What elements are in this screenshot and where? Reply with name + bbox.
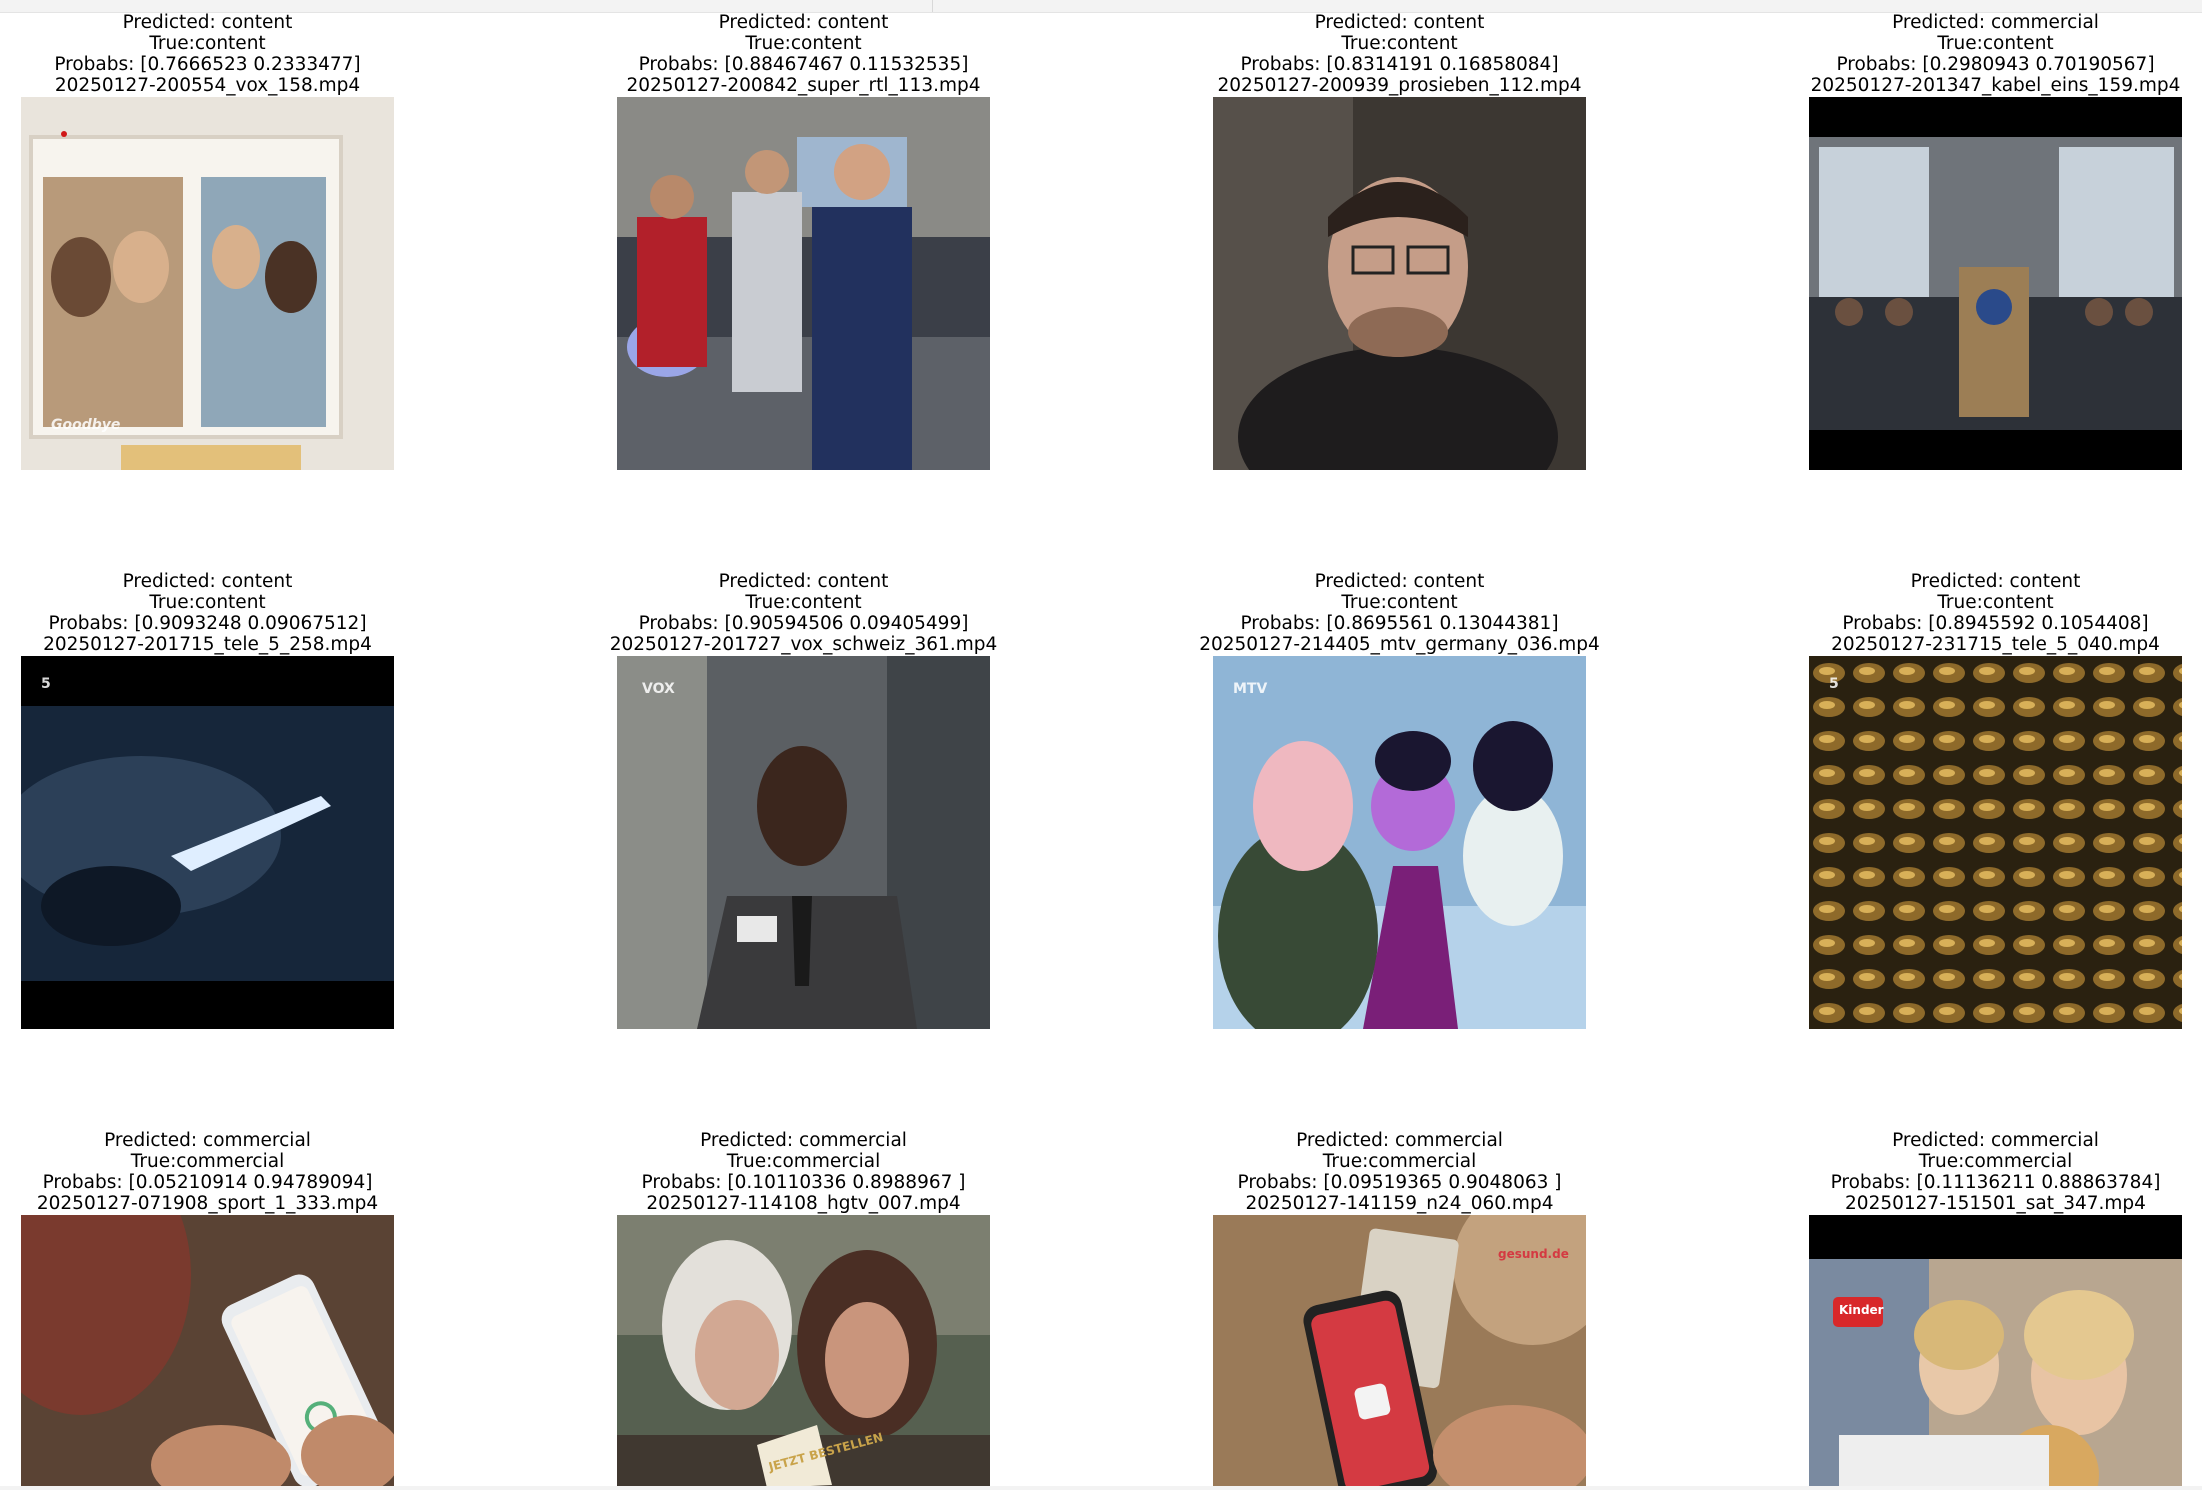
true-label: True:content <box>149 592 266 613</box>
filename-label: 20250127-231715_tele_5_040.mp4 <box>1831 634 2160 655</box>
grid-cell: Predicted: content True:content Probabs:… <box>617 12 990 470</box>
frame-thumbnail <box>1809 97 2182 470</box>
probabilities-label: Probabs: [0.8945592 0.1054408] <box>1842 613 2149 634</box>
probabilities-label: Probabs: [0.05210914 0.94789094] <box>42 1172 373 1193</box>
cell-caption: Predicted: content True:content Probabs:… <box>504 571 1104 655</box>
grid-cell: Predicted: commercial True:commercial Pr… <box>617 1130 990 1488</box>
filename-label: 20250127-214405_mtv_germany_036.mp4 <box>1199 634 1600 655</box>
frame-thumbnail: 5 <box>21 656 394 1029</box>
filename-label: 20250127-200554_vox_158.mp4 <box>54 75 361 96</box>
cell-caption: Predicted: content True:content Probabs:… <box>1100 12 1700 96</box>
filename-label: 20250127-114108_hgtv_007.mp4 <box>646 1193 961 1214</box>
bottom-edge <box>0 1486 2202 1490</box>
cell-caption: Predicted: commercial True:commercial Pr… <box>1696 1130 2202 1214</box>
predicted-label: Predicted: content <box>1910 571 2081 592</box>
true-label: True:commercial <box>1322 1151 1477 1172</box>
frame-thumbnail <box>1213 97 1586 470</box>
predicted-label: Predicted: commercial <box>104 1130 311 1151</box>
filename-label: 20250127-201347_kabel_eins_159.mp4 <box>1810 75 2181 96</box>
filename-label: 20250127-200939_prosieben_112.mp4 <box>1217 75 1582 96</box>
true-label: True:commercial <box>1918 1151 2073 1172</box>
predicted-label: Predicted: content <box>1314 571 1485 592</box>
grid-cell: Predicted: content True:content Probabs:… <box>1213 12 1586 470</box>
true-label: True:content <box>1937 33 2054 54</box>
cell-caption: Predicted: content True:content Probabs:… <box>0 12 508 96</box>
true-label: True:content <box>149 33 266 54</box>
goodbye-watermark: Goodbye <box>51 417 121 433</box>
gesund-logo-watermark: gesund.de <box>1498 1247 1569 1261</box>
probabilities-label: Probabs: [0.09519365 0.9048063 ] <box>1237 1172 1562 1193</box>
cell-caption: Predicted: commercial True:commercial Pr… <box>504 1130 1104 1214</box>
frame-thumbnail: MTV <box>1213 656 1586 1029</box>
probabilities-label: Probabs: [0.2980943 0.70190567] <box>1836 54 2155 75</box>
predicted-label: Predicted: content <box>122 12 293 33</box>
frame-thumbnail: gesund.de <box>1213 1215 1586 1488</box>
cell-caption: Predicted: content True:content Probabs:… <box>504 12 1104 96</box>
probabilities-label: Probabs: [0.8695561 0.13044381] <box>1240 613 1559 634</box>
cell-caption: Predicted: commercial True:commercial Pr… <box>1100 1130 1700 1214</box>
kinder-logo-watermark: Kinder <box>1839 1303 1884 1317</box>
probabilities-label: Probabs: [0.90594506 0.09405499] <box>638 613 969 634</box>
grid-cell: Predicted: content True:content Probabs:… <box>1809 571 2182 1029</box>
grid-cell: Predicted: content True:content Probabs:… <box>610 571 997 1029</box>
mtv-logo-watermark: MTV <box>1233 681 1268 697</box>
true-label: True:content <box>745 592 862 613</box>
grid-cell: Predicted: commercial True:commercial Pr… <box>21 1130 394 1488</box>
predicted-label: Predicted: content <box>1314 12 1485 33</box>
true-label: True:content <box>745 33 862 54</box>
probabilities-label: Probabs: [0.9093248 0.09067512] <box>48 613 367 634</box>
predicted-label: Predicted: content <box>122 571 293 592</box>
filename-label: 20250127-201715_tele_5_258.mp4 <box>43 634 372 655</box>
predicted-label: Predicted: commercial <box>700 1130 907 1151</box>
true-label: True:commercial <box>726 1151 881 1172</box>
frame-thumbnail: VOX <box>617 656 990 1029</box>
probabilities-label: Probabs: [0.10110336 0.8988967 ] <box>641 1172 966 1193</box>
frame-thumbnail: 5 <box>1809 656 2182 1029</box>
cell-caption: Predicted: content True:content Probabs:… <box>1100 571 1700 655</box>
filename-label: 20250127-201727_vox_schweiz_361.mp4 <box>609 634 998 655</box>
filename-label: 20250127-141159_n24_060.mp4 <box>1245 1193 1554 1214</box>
grid-cell: Predicted: content True:content Probabs:… <box>1199 571 1600 1029</box>
probabilities-label: Probabs: [0.7666523 0.2333477] <box>54 54 361 75</box>
predicted-label: Predicted: commercial <box>1892 12 2099 33</box>
filename-label: 20250127-200842_super_rtl_113.mp4 <box>626 75 981 96</box>
probabilities-label: Probabs: [0.11136211 0.88863784] <box>1830 1172 2161 1193</box>
filename-label: 20250127-151501_sat_347.mp4 <box>1845 1193 2146 1214</box>
frame-thumbnail <box>21 1215 394 1488</box>
frame-thumbnail: Kinder <box>1809 1215 2182 1488</box>
frame-thumbnail <box>617 97 990 470</box>
tele5-logo-watermark: 5 <box>41 676 51 692</box>
probabilities-label: Probabs: [0.8314191 0.16858084] <box>1240 54 1559 75</box>
predicted-label: Predicted: commercial <box>1296 1130 1503 1151</box>
true-label: True:content <box>1341 33 1458 54</box>
grid-cell: Predicted: content True:content Probabs:… <box>21 12 394 470</box>
true-label: True:commercial <box>130 1151 285 1172</box>
predicted-label: Predicted: content <box>718 12 889 33</box>
frame-thumbnail: JETZT BESTELLEN <box>617 1215 990 1488</box>
grid-cell: Predicted: content True:content Probabs:… <box>21 571 394 1029</box>
filename-label: 20250127-071908_sport_1_333.mp4 <box>36 1193 379 1214</box>
grid-cell: Predicted: commercial True:content Proba… <box>1809 12 2182 470</box>
cell-caption: Predicted: content True:content Probabs:… <box>1696 571 2202 655</box>
true-label: True:content <box>1341 592 1458 613</box>
frame-thumbnail: Goodbye <box>21 97 394 470</box>
tele5-logo-watermark: 5 <box>1829 676 1839 692</box>
predicted-label: Predicted: content <box>718 571 889 592</box>
grid-cell: Predicted: commercial True:commercial Pr… <box>1809 1130 2182 1488</box>
grid-cell: Predicted: commercial True:commercial Pr… <box>1213 1130 1586 1488</box>
predicted-label: Predicted: commercial <box>1892 1130 2099 1151</box>
toolbar-divider <box>932 0 933 12</box>
vox-logo-watermark: VOX <box>642 681 675 697</box>
cell-caption: Predicted: content True:content Probabs:… <box>0 571 508 655</box>
cell-caption: Predicted: commercial True:commercial Pr… <box>0 1130 508 1214</box>
true-label: True:content <box>1937 592 2054 613</box>
cell-caption: Predicted: commercial True:content Proba… <box>1696 12 2202 96</box>
probabilities-label: Probabs: [0.88467467 0.11532535] <box>638 54 969 75</box>
